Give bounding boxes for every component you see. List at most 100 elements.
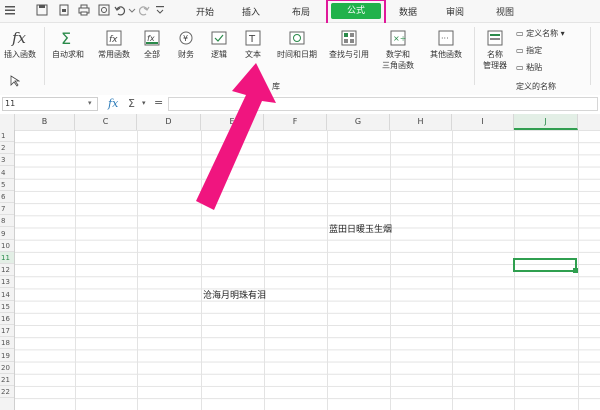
- specify-button[interactable]: ▭ 指定: [516, 45, 576, 56]
- row-header-active[interactable]: 11: [0, 252, 14, 264]
- lookup-icon: [341, 30, 357, 46]
- tab-formula[interactable]: 公式: [331, 3, 381, 19]
- svg-text:×÷: ×÷: [393, 34, 406, 43]
- insert-function-label: 插入函数: [4, 50, 36, 59]
- undo-icon[interactable]: [114, 4, 126, 16]
- common-function-icon: fx: [106, 30, 122, 46]
- title-tab-bar: 开始 插入 布局 公式 数据 审阅 视图: [0, 0, 600, 27]
- customize-toolbar-icon[interactable]: [154, 4, 166, 16]
- group-label-defined-names: 定义的名称: [516, 82, 556, 91]
- row-header[interactable]: 3: [0, 154, 14, 167]
- cell-g8[interactable]: 蓝田日暖玉生烟: [329, 222, 392, 235]
- autosum-button[interactable]: Σ 自动求和: [48, 29, 88, 60]
- chevron-down-icon[interactable]: ▾: [88, 99, 92, 107]
- define-name-label: 定义名称: [526, 29, 559, 38]
- tab-data[interactable]: 数据: [393, 5, 423, 18]
- row-header[interactable]: 1: [0, 130, 14, 142]
- lookup-reference-button[interactable]: 查找与引用: [324, 29, 374, 60]
- row-header[interactable]: 6: [0, 191, 14, 203]
- svg-text:Σ: Σ: [61, 29, 71, 47]
- financial-icon: ¥: [179, 31, 193, 45]
- redo-icon[interactable]: [138, 4, 150, 16]
- row-header[interactable]: 16: [0, 313, 14, 325]
- common-functions-button[interactable]: fx 常用函数: [92, 29, 136, 60]
- function-icon: fx: [11, 29, 27, 47]
- row-header[interactable]: 7: [0, 203, 14, 216]
- tab-layout[interactable]: 布局: [286, 5, 316, 18]
- logical-icon: [211, 31, 227, 45]
- save-icon[interactable]: [36, 4, 48, 16]
- column-header-g[interactable]: G: [327, 114, 390, 130]
- ribbon: fx 插入函数 Σ 自动求和 fx 常用函数 fx 全部 ¥ 财务 逻辑 T 文…: [0, 23, 600, 96]
- row-header[interactable]: 18: [0, 337, 14, 350]
- math-trig-label-2: 三角函数: [382, 61, 414, 70]
- active-cell-selection[interactable]: [513, 258, 577, 272]
- paste-label: 粘贴: [526, 63, 543, 72]
- name-manager-icon: [487, 30, 503, 46]
- row-header[interactable]: 14: [0, 289, 14, 301]
- fill-handle[interactable]: [573, 268, 578, 273]
- row-header[interactable]: 4: [0, 167, 14, 179]
- row-header[interactable]: 15: [0, 301, 14, 313]
- row-header[interactable]: 9: [0, 228, 14, 240]
- print-icon[interactable]: [78, 4, 90, 16]
- row-header[interactable]: 21: [0, 374, 14, 386]
- svg-text:···: ···: [441, 34, 449, 43]
- all-functions-icon: fx: [144, 30, 160, 46]
- row-header[interactable]: 12: [0, 264, 14, 277]
- column-header-b[interactable]: B: [15, 114, 75, 130]
- cell-e13[interactable]: 沧海月明珠有泪: [203, 288, 266, 301]
- svg-text:fx: fx: [147, 34, 155, 43]
- row-header[interactable]: 13: [0, 276, 14, 289]
- insert-function-fx-icon[interactable]: fx: [108, 97, 118, 110]
- row-header[interactable]: 20: [0, 362, 14, 374]
- column-header-j[interactable]: J: [514, 114, 578, 130]
- define-name-button[interactable]: ▭ 定义名称 ▾: [516, 28, 586, 39]
- other-functions-icon: ···: [438, 30, 454, 46]
- other-functions-label: 其他函数: [430, 50, 462, 59]
- column-headers: B C D E F G H I J: [0, 114, 600, 131]
- common-functions-label: 常用函数: [98, 50, 130, 59]
- tab-view[interactable]: 视图: [490, 5, 520, 18]
- name-box-value: 11: [5, 99, 16, 108]
- name-manager-button[interactable]: 名称 管理器: [478, 29, 512, 71]
- row-header[interactable]: 10: [0, 240, 14, 252]
- column-header-h[interactable]: H: [390, 114, 452, 130]
- math-trig-label-1: 数学和: [386, 50, 410, 59]
- tab-review[interactable]: 审阅: [440, 5, 470, 18]
- export-pdf-icon[interactable]: [58, 4, 70, 16]
- annotation-arrow-icon: [196, 63, 276, 210]
- preview-icon[interactable]: [98, 4, 110, 16]
- chevron-down-icon[interactable]: ▾: [142, 99, 146, 107]
- other-functions-button[interactable]: ··· 其他函数: [424, 29, 468, 60]
- equals-icon[interactable]: =: [154, 96, 163, 109]
- row-header[interactable]: 5: [0, 179, 14, 191]
- sigma-icon[interactable]: Σ: [128, 97, 135, 110]
- row-header[interactable]: 22: [0, 386, 14, 399]
- paste-name-button[interactable]: ▭ 粘贴: [516, 62, 576, 73]
- tab-insert[interactable]: 插入: [236, 5, 266, 18]
- row-header[interactable]: 19: [0, 350, 14, 362]
- name-box[interactable]: 11 ▾: [2, 97, 98, 111]
- tab-home[interactable]: 开始: [190, 5, 220, 18]
- menu-icon[interactable]: [4, 4, 16, 16]
- row-header[interactable]: 8: [0, 215, 14, 228]
- svg-text:T: T: [248, 34, 256, 45]
- lookup-label: 查找与引用: [329, 50, 369, 59]
- insert-function-button[interactable]: fx 插入函数: [2, 29, 38, 60]
- name-manager-label-1: 名称: [487, 50, 503, 59]
- autosum-label: 自动求和: [52, 50, 84, 59]
- math-icon: ×÷: [390, 30, 406, 46]
- row-header[interactable]: 2: [0, 142, 14, 155]
- select-all-corner[interactable]: [0, 114, 15, 130]
- column-header-c[interactable]: C: [75, 114, 137, 130]
- sigma-icon: Σ: [61, 29, 71, 47]
- math-trig-button[interactable]: ×÷ 数学和 三角函数: [378, 29, 418, 71]
- svg-text:fx: fx: [109, 35, 118, 45]
- all-functions-button[interactable]: fx 全部: [138, 29, 166, 60]
- column-header-i[interactable]: I: [452, 114, 514, 130]
- row-header[interactable]: 17: [0, 325, 14, 338]
- svg-text:¥: ¥: [183, 34, 188, 43]
- svg-text:fx: fx: [11, 29, 27, 47]
- clock-icon: [289, 31, 305, 45]
